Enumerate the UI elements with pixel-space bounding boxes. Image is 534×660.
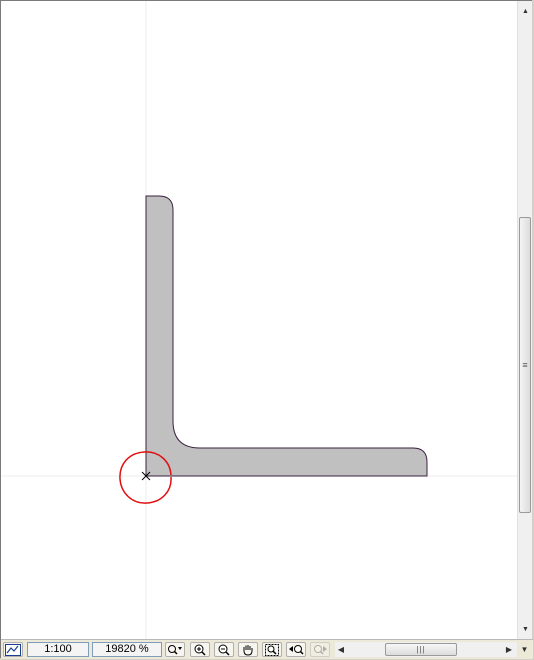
zoom-field[interactable]: 19820 %: [92, 642, 162, 657]
horizontal-scrollbar[interactable]: ◀ ||| ▶: [335, 642, 517, 657]
drawing-window: ▲ ≡ ▼ 1:100 19820 % ◀ ||| ▶ ▼: [0, 0, 533, 659]
zoom-dropdown-icon[interactable]: [165, 642, 185, 657]
vertical-scrollbar[interactable]: ▲ ≡ ▼: [517, 1, 532, 639]
canvas-drawing: [1, 1, 517, 639]
zoom-in-icon[interactable]: [190, 642, 210, 657]
grip-icon: ≡: [522, 359, 528, 370]
bottom-toolbar: 1:100 19820 % ◀ ||| ▶ ▼: [1, 639, 533, 659]
scroll-left-icon[interactable]: ◀: [335, 642, 347, 657]
scroll-up-icon[interactable]: ▲: [518, 3, 533, 20]
grip-icon: |||: [416, 645, 426, 654]
zoom-to-fit-icon[interactable]: [262, 642, 282, 657]
scroll-right-icon[interactable]: ▶: [503, 642, 515, 657]
pan-hand-icon[interactable]: [238, 642, 258, 657]
vertical-scroll-thumb[interactable]: ≡: [519, 217, 531, 513]
scroll-down-icon[interactable]: ▼: [518, 621, 533, 638]
next-zoom-icon[interactable]: [310, 642, 330, 657]
horizontal-scroll-thumb[interactable]: |||: [385, 643, 457, 656]
l-angle-profile[interactable]: [145, 195, 428, 477]
previous-zoom-icon[interactable]: [286, 642, 306, 657]
drawing-canvas[interactable]: [1, 1, 517, 639]
scale-field[interactable]: 1:100: [27, 642, 89, 657]
view-mode-icon[interactable]: [3, 642, 23, 657]
zoom-out-icon[interactable]: [214, 642, 234, 657]
scroll-down-corner-icon[interactable]: ▼: [517, 642, 532, 657]
